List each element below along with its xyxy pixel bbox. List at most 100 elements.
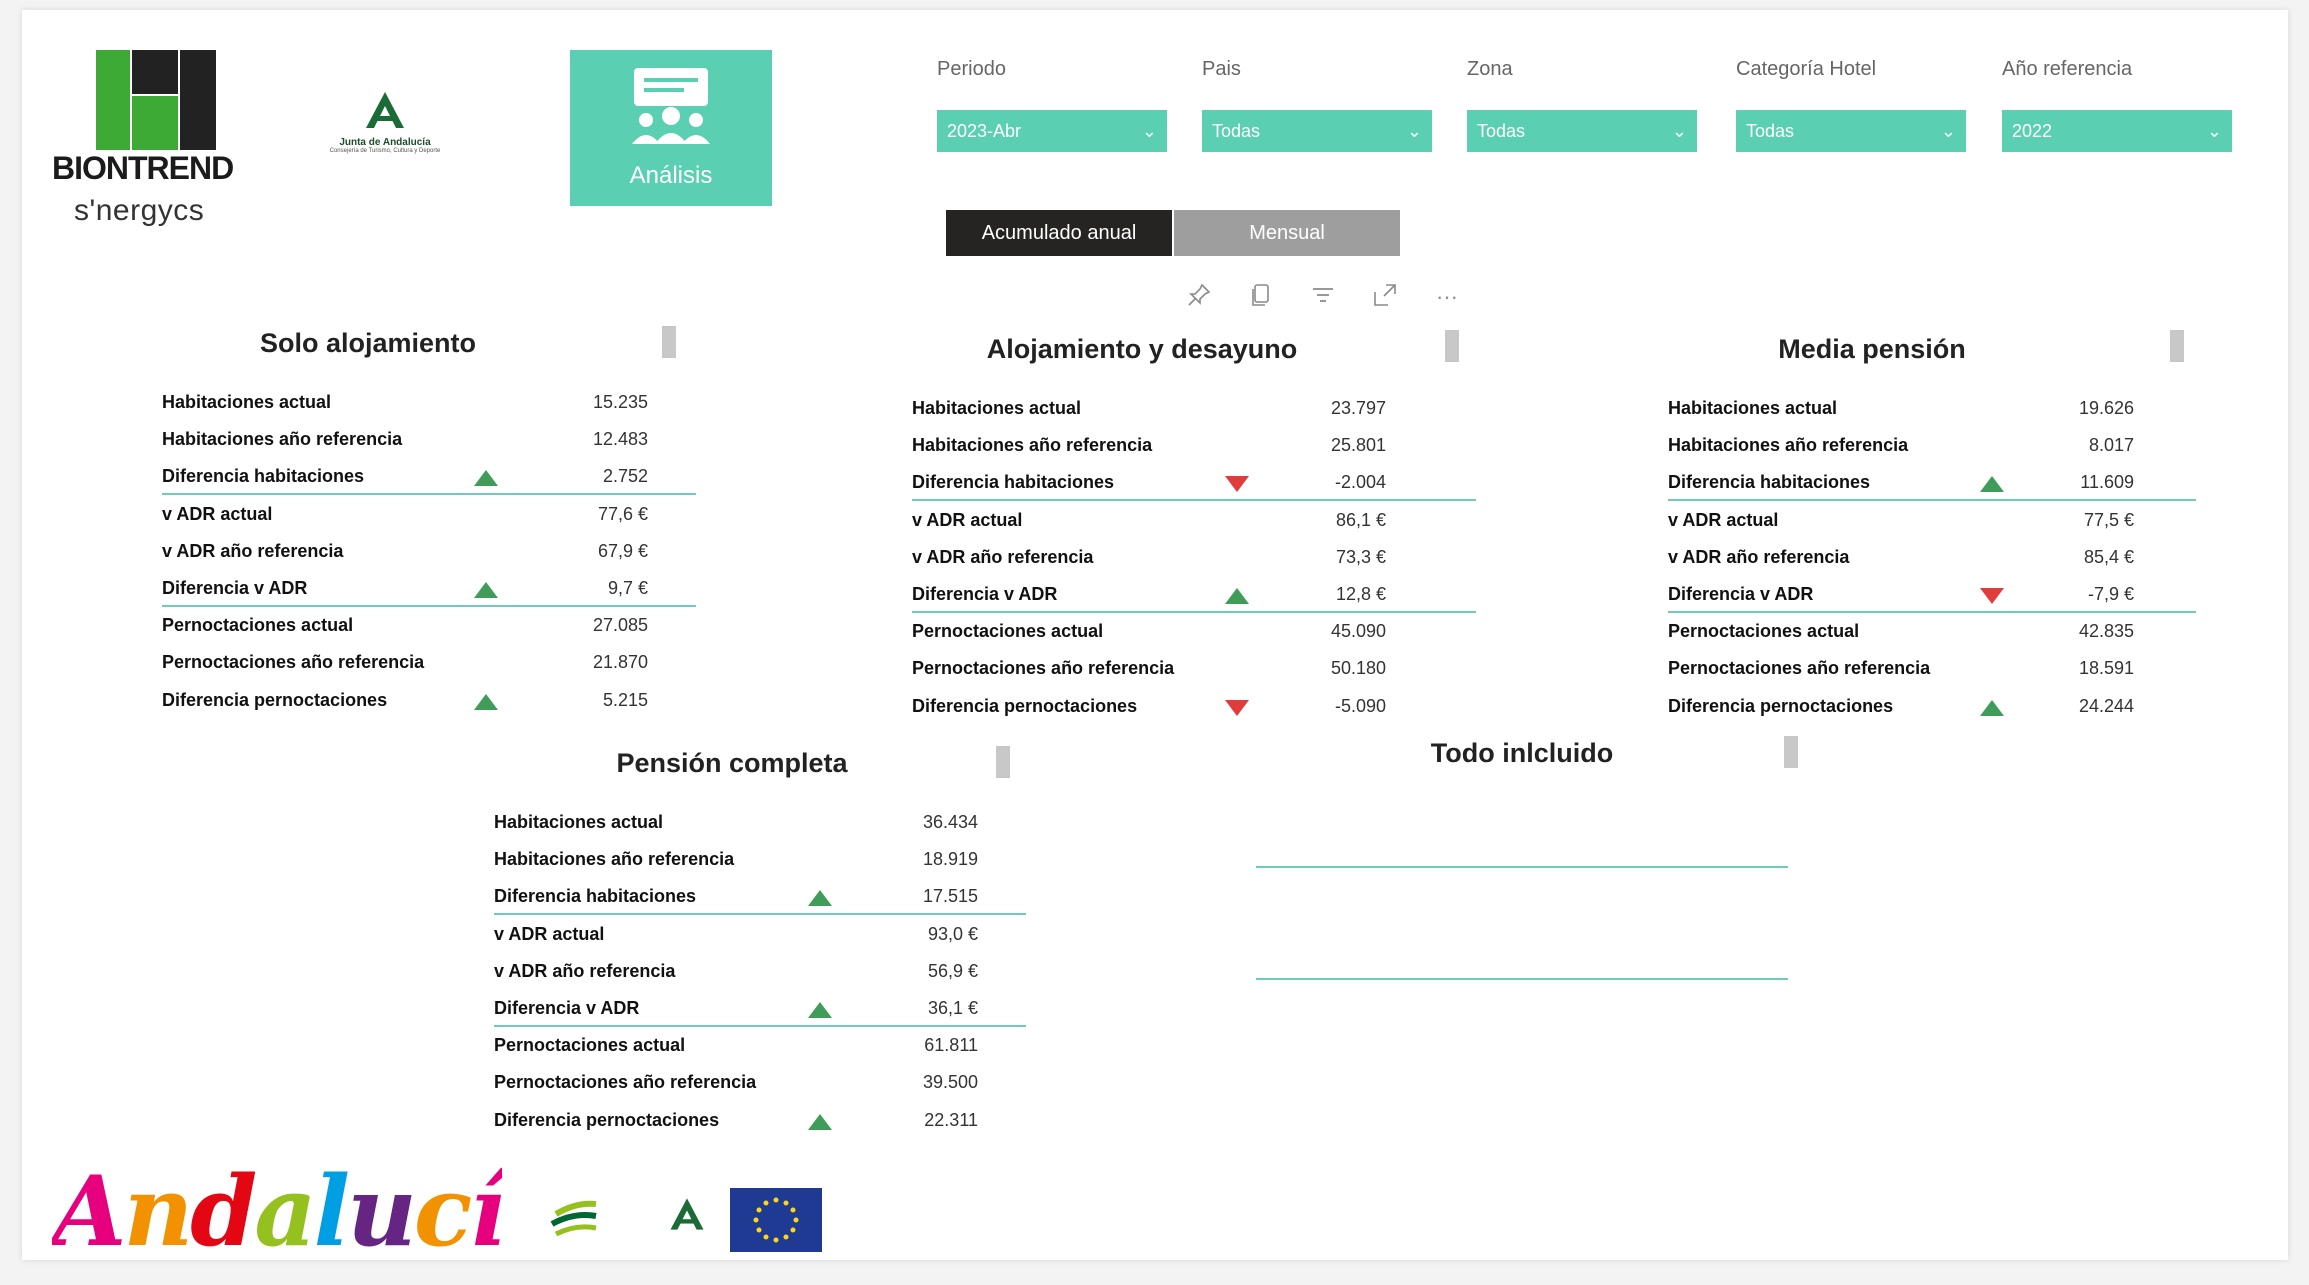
filter-icon[interactable] [1308,282,1338,312]
filter-anio-dropdown[interactable]: 2022 ⌄ [2002,110,2232,152]
triangle-up-icon [808,1114,832,1130]
toggle-mensual[interactable]: Mensual [1174,210,1400,256]
divider [494,1025,1026,1027]
metric-value: 27.085 [592,615,648,635]
metric-row: Pernoctaciones año referencia 18.591 [1668,658,2134,694]
metric-label: Habitaciones año referencia [494,849,735,869]
metric-row: Diferencia habitaciones 11.609 [1668,472,2134,508]
metric-value: 18.919 [922,849,978,869]
filter-pais-label: Pais [1202,58,1241,80]
pin-icon[interactable] [1184,282,1214,312]
metric-label: Pernoctaciones actual [912,621,1104,641]
metric-value: 23.797 [1330,398,1386,418]
metric-row: Pernoctaciones actual 45.090 [912,621,1386,657]
filter-pais-dropdown[interactable]: Todas ⌄ [1202,110,1432,152]
metric-row: v ADR año referencia 56,9 € [494,961,978,997]
metric-label: Diferencia pernoctaciones [162,690,388,710]
metric-label: Habitaciones año referencia [162,429,403,449]
metric-row: Pernoctaciones año referencia 39.500 [494,1072,978,1108]
metric-label: Diferencia pernoctaciones [494,1110,720,1130]
copy-icon[interactable] [1246,282,1276,312]
divider [1668,499,2196,501]
filter-zona-value: Todas [1477,121,1526,141]
metric-value: 77,6 € [597,504,648,524]
metric-value: 11.609 [2080,472,2134,492]
metric-row: Habitaciones actual 15.235 [162,392,648,428]
metric-label: Habitaciones año referencia [912,435,1153,455]
metric-value: 77,5 € [2083,510,2134,530]
biontrend-logo-icon [96,50,216,150]
metric-row: Diferencia v ADR -7,9 € [1668,584,2134,620]
scrollbar-thumb[interactable] [2170,330,2184,362]
metric-label: Habitaciones actual [162,392,332,412]
scrollbar-thumb[interactable] [1445,330,1459,362]
metric-row: Habitaciones año referencia 12.483 [162,429,648,465]
scrollbar-thumb[interactable] [996,746,1010,778]
metric-label: Diferencia v ADR [494,998,640,1018]
metric-label: v ADR año referencia [912,547,1094,567]
filter-anio-label: Año referencia [2002,58,2133,80]
metric-value: 22.311 [924,1110,978,1130]
filter-periodo-value: 2023-Abr [947,121,1022,141]
metric-label: Diferencia habitaciones [912,472,1115,492]
metric-label: Pernoctaciones año referencia [162,652,425,672]
metric-label: Habitaciones año referencia [1668,435,1909,455]
metric-row: Diferencia habitaciones 2.752 [162,466,648,502]
metric-row: Habitaciones actual 23.797 [912,398,1386,434]
triangle-down-icon [1225,700,1249,716]
metric-row: Habitaciones año referencia 18.919 [494,849,978,885]
metric-value: 17.515 [922,886,978,906]
metric-value: 73,3 € [1335,547,1386,567]
filter-zona-dropdown[interactable]: Todas ⌄ [1467,110,1697,152]
meeting-icon [632,68,710,144]
metric-row: Diferencia pernoctaciones 5.215 [162,690,648,726]
filter-categoria: Categoría Hotel Todas ⌄ [1736,58,1966,152]
divider [1668,611,2196,613]
card-title: Todo inlcluido [1430,738,1614,768]
metric-value: 61.811 [924,1035,978,1055]
metric-value: 56,9 € [927,961,978,981]
filter-periodo-dropdown[interactable]: 2023-Abr ⌄ [937,110,1167,152]
divider [494,913,1026,915]
analisis-button[interactable]: Análisis [570,50,772,206]
metric-row: v ADR actual 77,5 € [1668,510,2134,546]
metric-row: v ADR actual 93,0 € [494,924,978,960]
scrollbar-thumb[interactable] [1784,736,1798,768]
metric-row: Diferencia v ADR 9,7 € [162,578,648,614]
metric-row: Habitaciones año referencia 25.801 [912,435,1386,471]
filter-categoria-label: Categoría Hotel [1736,58,1877,80]
metric-row: Diferencia pernoctaciones 22.311 [494,1110,978,1146]
metric-value: 93,0 € [927,924,978,944]
report-canvas: BIONTREND s'nergycs Junta de Andalucía C… [22,10,2288,1268]
card-title: Alojamiento y desayuno [986,334,1298,364]
metric-row: Habitaciones actual 36.434 [494,812,978,848]
filter-zona-label: Zona [1467,58,1513,80]
divider [912,499,1476,501]
metric-label: Diferencia habitaciones [162,466,365,486]
metric-value: 18.591 [2078,658,2134,678]
metric-label: Diferencia habitaciones [1668,472,1871,492]
scrollbar-thumb[interactable] [662,326,676,358]
filter-categoria-dropdown[interactable]: Todas ⌄ [1736,110,1966,152]
metric-row: Diferencia habitaciones -2.004 [912,472,1386,508]
metric-label: Pernoctaciones actual [494,1035,686,1055]
andalucia-europa-logo [506,1194,606,1254]
metric-row: Pernoctaciones actual 61.811 [494,1035,978,1071]
chevron-down-icon: ⌄ [2206,121,2222,141]
divider [162,493,696,495]
triangle-down-icon [1225,476,1249,492]
toggle-acumulado-anual[interactable]: Acumulado anual [946,210,1172,256]
metric-value: 24.244 [2078,696,2134,716]
triangle-up-icon [808,890,832,906]
metric-value: 85,4 € [2083,547,2134,567]
metric-row: v ADR actual 86,1 € [912,510,1386,546]
metric-label: v ADR año referencia [162,541,344,561]
metric-row: Diferencia habitaciones 17.515 [494,886,978,922]
triangle-up-icon [1980,476,2004,492]
metric-label: Habitaciones actual [912,398,1082,418]
more-options-icon[interactable]: ··· [1432,282,1462,312]
metric-label: Pernoctaciones año referencia [912,658,1175,678]
metric-label: v ADR año referencia [1668,547,1850,567]
metric-row: Habitaciones año referencia 8.017 [1668,435,2134,471]
focus-mode-icon[interactable] [1370,282,1400,312]
